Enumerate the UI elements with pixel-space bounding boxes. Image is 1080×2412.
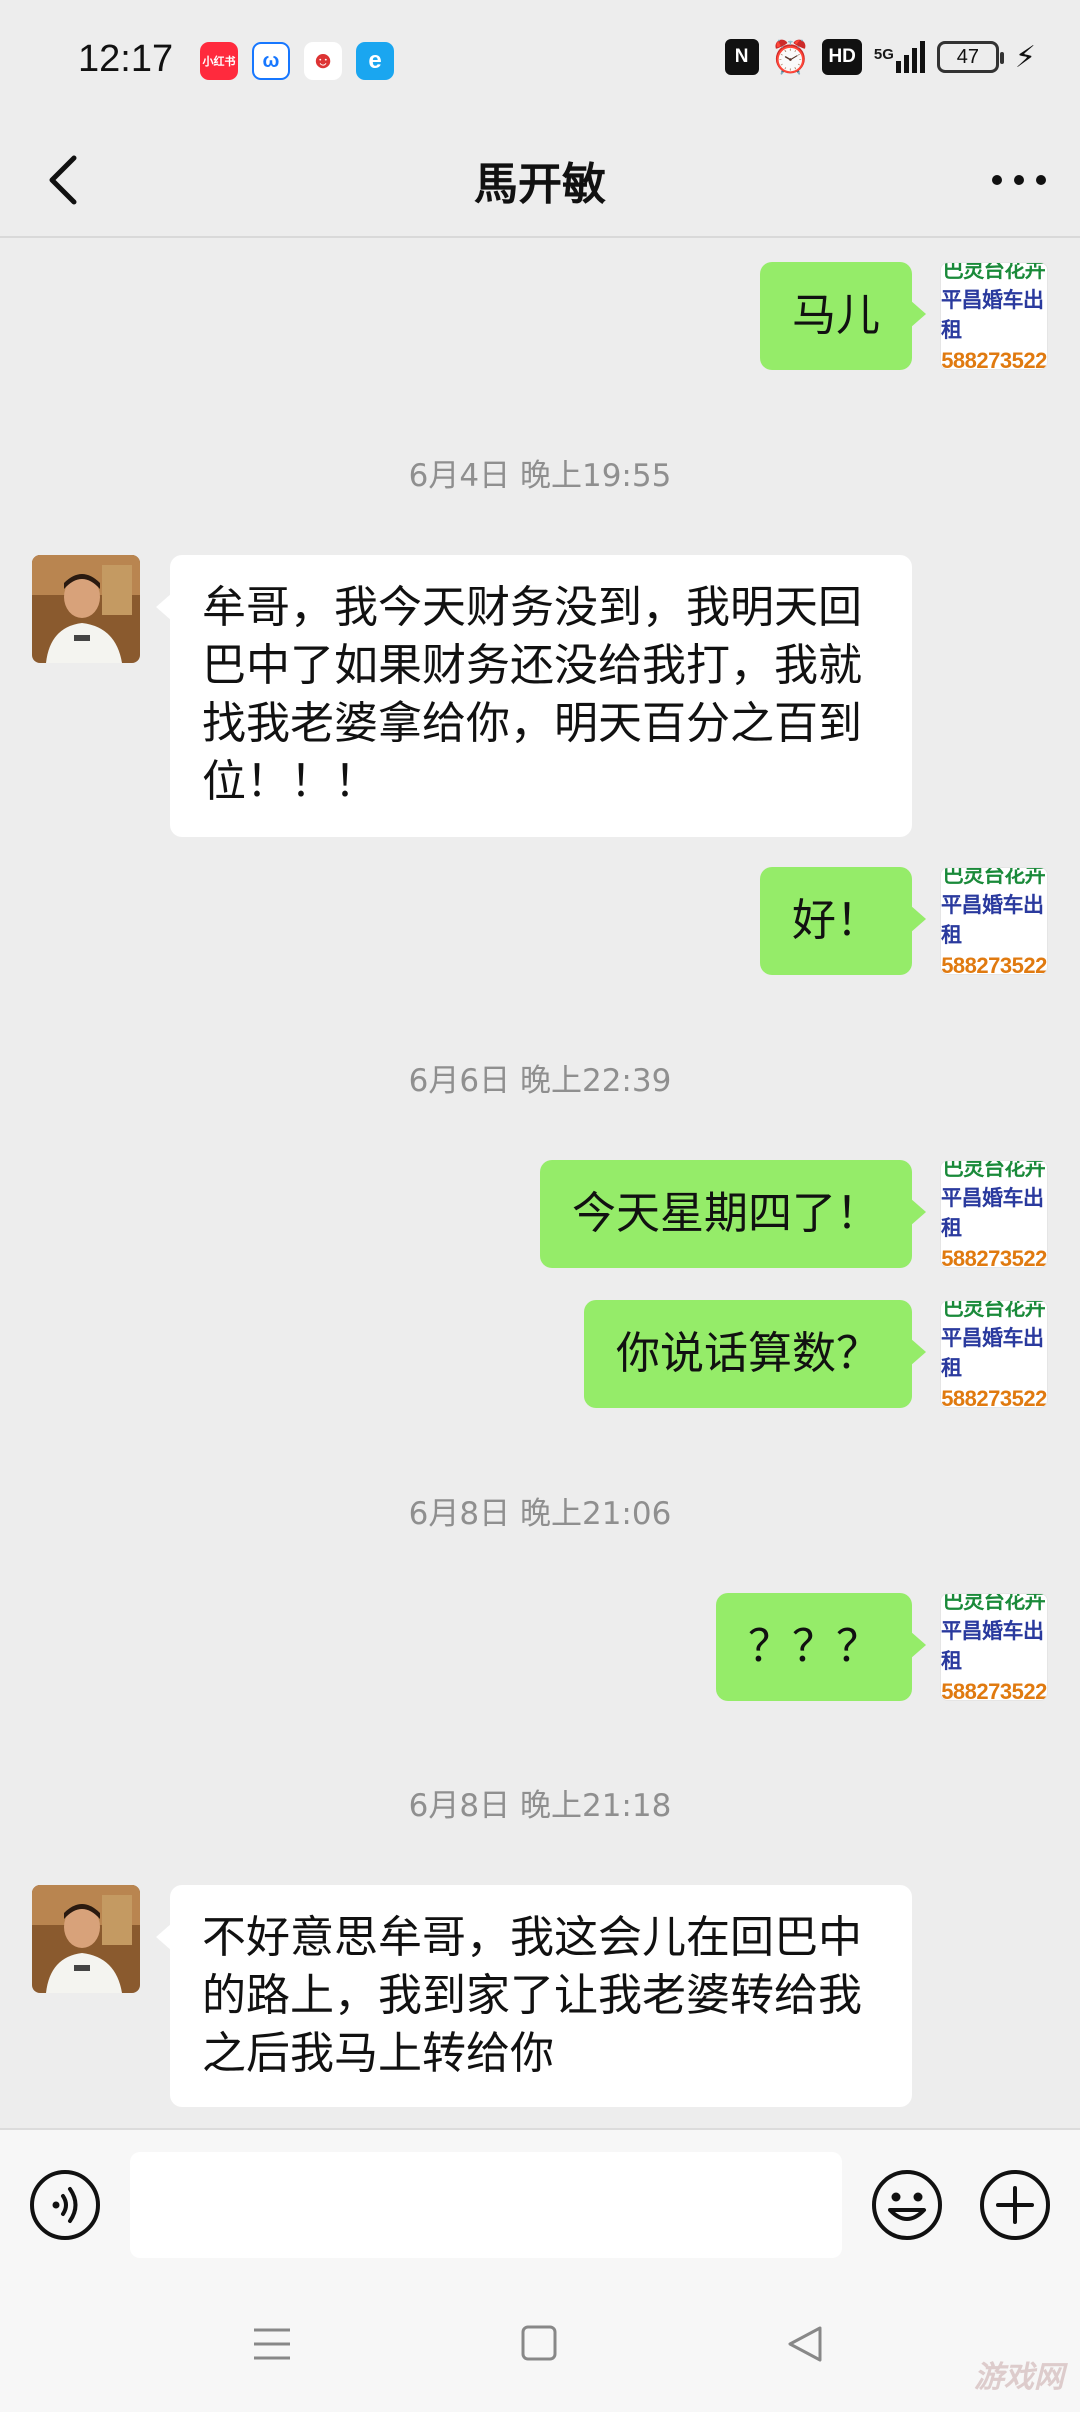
received-message[interactable]: 牟哥，我今天财务没到，我明天回巴中了如果财务还没给我打，我就找我老婆拿给你，明天…: [156, 555, 912, 837]
avatar-ad-line1: 巴灵台花卉: [942, 1593, 1046, 1613]
avatar-ad-line1: 巴灵台花卉: [942, 867, 1046, 887]
browser-app-icon: e: [356, 42, 394, 80]
contact-avatar[interactable]: [32, 1885, 140, 1993]
avatar-ad-line3: 15882735224: [941, 953, 1047, 975]
more-icon[interactable]: [986, 148, 1052, 212]
message-timestamp: 6月8日 晚上21:18: [408, 1788, 672, 1824]
sent-message[interactable]: 好！: [760, 867, 926, 975]
my-avatar[interactable]: 巴灵台花卉 平昌婚车出租 15882735224: [940, 1593, 1048, 1701]
voice-input-button[interactable]: [28, 2168, 102, 2242]
message-timestamp: 6月8日 晚上21:06: [408, 1496, 672, 1532]
avatar-ad-line2: 平昌婚车出租: [941, 1620, 1044, 1673]
notification-icons: 小红书 ω ☻ e: [200, 42, 394, 80]
avatar-ad-line3: 15882735224: [941, 1679, 1047, 1701]
system-icons: N ⏰ HD 5G 47 ⚡: [724, 38, 1036, 76]
avatar-ad-line2: 平昌婚车出租: [941, 1327, 1044, 1380]
sent-message[interactable]: 今天星期四了！: [540, 1160, 926, 1268]
hd-icon: HD: [822, 39, 862, 75]
emoji-button[interactable]: [870, 2168, 944, 2242]
avatar-ad-line2: 平昌婚车出租: [941, 894, 1044, 947]
received-message[interactable]: 不好意思牟哥，我这会儿在回巴中的路上，我到家了让我老婆转给我之后我马上转给你: [156, 1885, 912, 2107]
network-type: 5G: [873, 46, 894, 63]
avatar-ad-line3: 15882735224: [941, 348, 1047, 370]
avatar-ad-line1: 巴灵台花卉: [942, 1160, 1046, 1180]
message-list[interactable]: 马儿 巴灵台花卉 平昌婚车出租 15882735224 6月4日 晚上19:55…: [0, 240, 1080, 2130]
my-avatar[interactable]: 巴灵台花卉 平昌婚车出租 15882735224: [940, 1160, 1048, 1268]
status-time: 12:17: [78, 38, 174, 80]
input-bar: [0, 2128, 1080, 2282]
message-timestamp: 6月4日 晚上19:55: [408, 458, 672, 494]
my-avatar[interactable]: 巴灵台花卉 平昌婚车出租 15882735224: [940, 867, 1048, 975]
chat-title: 馬开敏: [474, 159, 606, 210]
signal-icon: [895, 41, 925, 73]
avatar-ad-line1: 巴灵台花卉: [942, 1300, 1046, 1320]
my-avatar[interactable]: 巴灵台花卉 平昌婚车出租 15882735224: [940, 262, 1048, 370]
status-bar: 12:17 小红书 ω ☻ e N ⏰ HD 5G 47 ⚡: [0, 0, 1080, 124]
avatar-ad-line3: 15882735224: [941, 1246, 1047, 1268]
nfc-icon: N: [724, 39, 759, 75]
charging-icon: ⚡: [1014, 39, 1036, 75]
nav-back-icon[interactable]: [786, 2324, 824, 2364]
avatar-ad-line3: 15882735224: [941, 1386, 1047, 1408]
battery-icon: 47: [936, 41, 1004, 73]
app-blue-icon: ω: [252, 42, 290, 80]
alarm-icon: ⏰: [770, 38, 811, 76]
watermark: 游戏网: [974, 2360, 1064, 2395]
avatar-ad-line1: 巴灵台花卉: [942, 262, 1046, 282]
cartoon-app-icon: ☻: [304, 42, 342, 80]
contact-avatar[interactable]: [32, 555, 140, 663]
battery-level: 47: [956, 45, 980, 68]
my-avatar[interactable]: 巴灵台花卉 平昌婚车出租 15882735224: [940, 1300, 1048, 1408]
avatar-ad-line2: 平昌婚车出租: [941, 289, 1044, 342]
sent-message[interactable]: ？？？: [716, 1593, 926, 1701]
recent-apps-icon[interactable]: [252, 2324, 292, 2364]
avatar-ad-line2: 平昌婚车出租: [941, 1187, 1044, 1240]
add-more-button[interactable]: [978, 2168, 1052, 2242]
sent-message[interactable]: 你说话算数？: [584, 1300, 926, 1408]
home-icon[interactable]: [520, 2324, 558, 2362]
xiaohongshu-icon: 小红书: [200, 42, 238, 80]
sent-message[interactable]: 马儿: [760, 262, 926, 370]
system-nav-bar: 游戏网: [0, 2282, 1080, 2412]
message-input[interactable]: [130, 2152, 842, 2258]
chat-header: 馬开敏: [0, 124, 1080, 238]
message-timestamp: 6月6日 晚上22:39: [408, 1063, 672, 1099]
